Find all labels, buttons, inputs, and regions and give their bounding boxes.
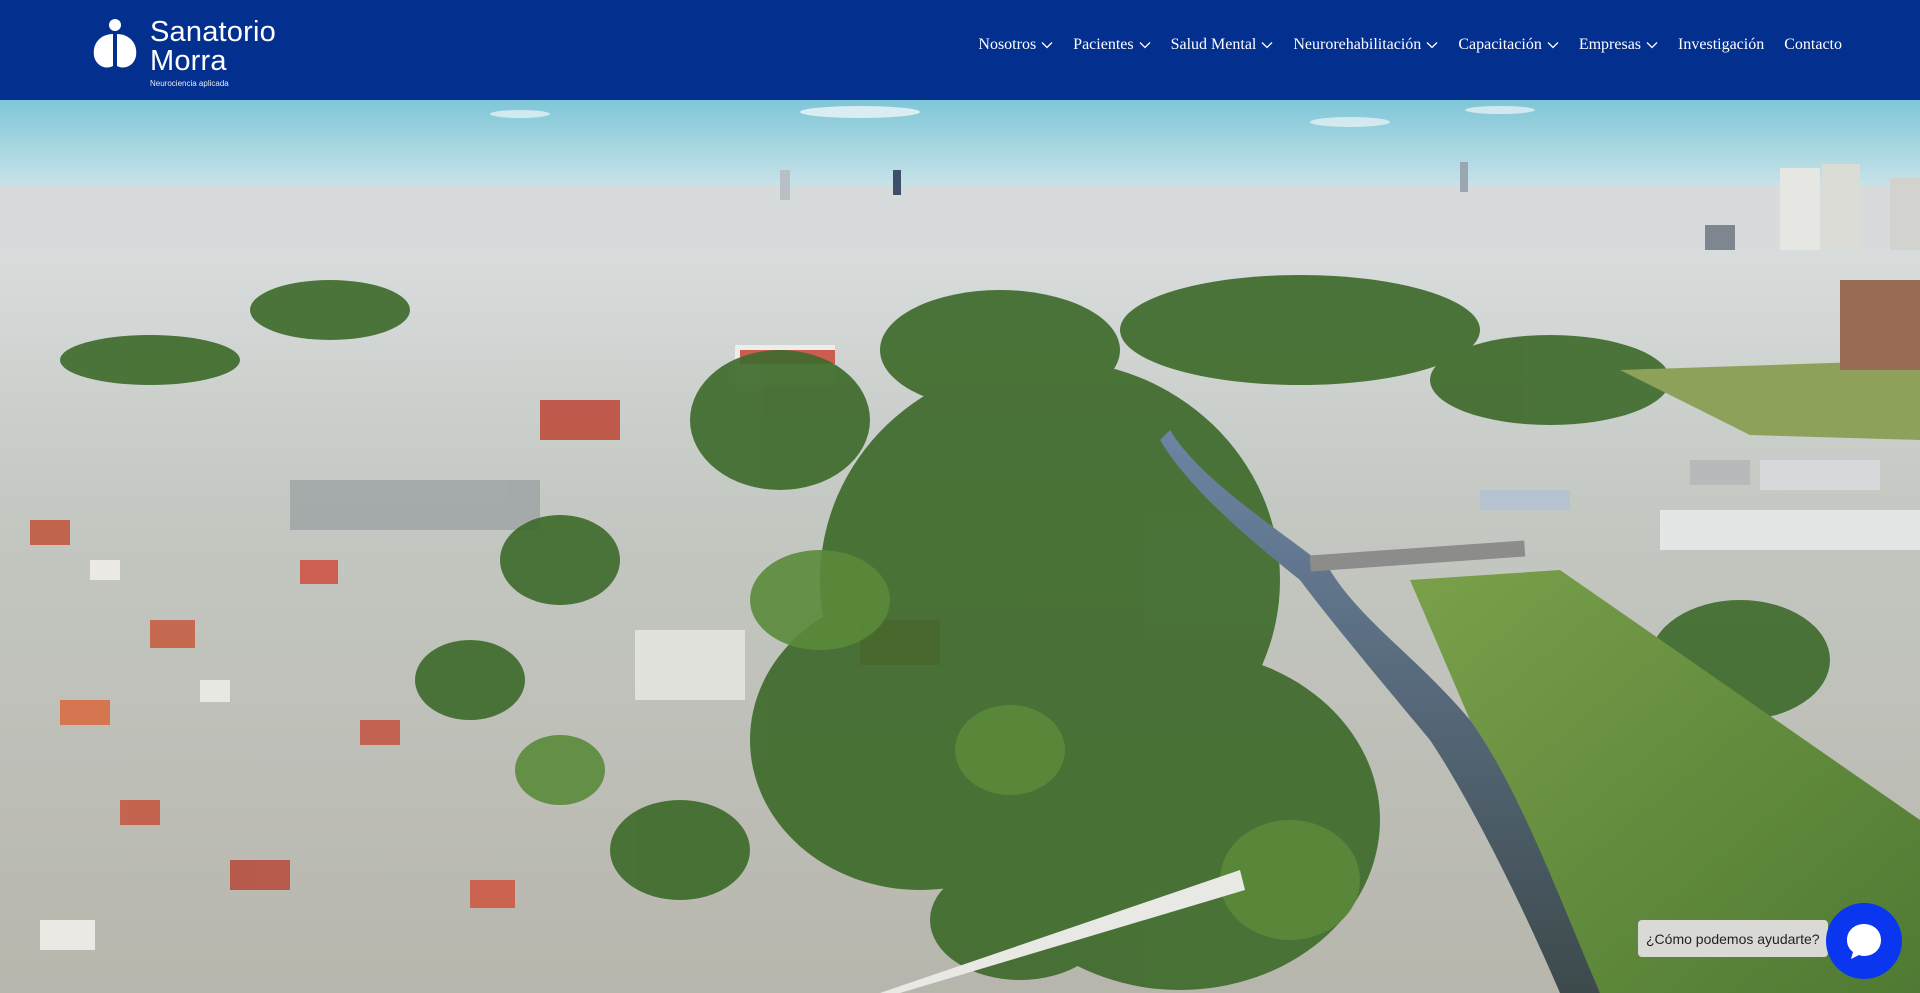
logo-name-line2: Morra: [150, 45, 227, 77]
logo-mark-icon: [93, 19, 137, 68]
chevron-down-icon: [1041, 42, 1053, 49]
nav-item-neurorehabilitacion[interactable]: Neurorehabilitación: [1293, 36, 1438, 54]
chevron-down-icon: [1139, 42, 1151, 49]
chevron-down-icon: [1426, 42, 1438, 49]
nav-item-label: Neurorehabilitación: [1293, 36, 1422, 53]
nav-item-capacitacion[interactable]: Capacitación: [1458, 36, 1559, 54]
nav-item-label: Capacitación: [1458, 36, 1542, 53]
nav-item-contacto[interactable]: Contacto: [1784, 36, 1842, 54]
logo-name-line1: Sanatorio: [150, 16, 276, 48]
site-header: Sanatorio Morra Neurociencia aplicada No…: [0, 0, 1920, 100]
nav-item-pacientes[interactable]: Pacientes: [1073, 36, 1151, 54]
nav-item-label: Empresas: [1578, 36, 1642, 53]
site-logo[interactable]: Sanatorio Morra Neurociencia aplicada: [88, 18, 276, 88]
nav-item-salud-mental[interactable]: Salud Mental: [1171, 36, 1274, 54]
nav-item-label: Contacto: [1784, 36, 1842, 53]
chevron-down-icon: [1261, 42, 1273, 49]
logo-tagline: Neurociencia aplicada: [150, 79, 229, 88]
nav-item-label: Nosotros: [978, 36, 1037, 53]
chevron-down-icon: [1547, 42, 1559, 49]
nav-item-investigacion[interactable]: Investigación: [1678, 36, 1764, 54]
nav-item-empresas[interactable]: Empresas: [1579, 36, 1658, 54]
main-nav: Nosotros Pacientes Salud Mental Neuroreh…: [978, 36, 1842, 54]
nav-item-label: Investigación: [1678, 36, 1765, 53]
nav-item-label: Salud Mental: [1170, 36, 1257, 53]
chat-prompt-label[interactable]: ¿Cómo podemos ayudarte?: [1638, 920, 1828, 957]
chat-icon: [1847, 924, 1881, 959]
hero-aerial-image: [0, 100, 1920, 993]
chevron-down-icon: [1646, 42, 1658, 49]
nav-item-nosotros[interactable]: Nosotros: [978, 36, 1053, 54]
chat-launcher-button[interactable]: [1826, 903, 1902, 979]
nav-item-label: Pacientes: [1073, 36, 1134, 53]
aerial-city-photo: [0, 100, 1920, 993]
